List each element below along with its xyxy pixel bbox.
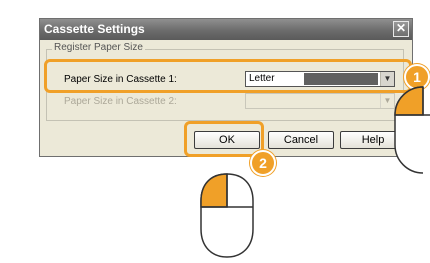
chevron-down-icon: ▼ bbox=[380, 94, 394, 108]
close-icon: ✕ bbox=[395, 21, 407, 35]
highlight-frame-step1 bbox=[44, 59, 412, 93]
cassette2-label: Paper Size in Cassette 2: bbox=[64, 96, 177, 107]
group-legend: Register Paper Size bbox=[52, 42, 145, 53]
cassette2-select: ▼ bbox=[245, 93, 395, 109]
highlight-frame-step2 bbox=[184, 121, 264, 157]
title-bar: Cassette Settings ✕ bbox=[40, 19, 412, 40]
mouse-left-click-icon bbox=[200, 173, 254, 258]
close-button[interactable]: ✕ bbox=[393, 21, 409, 37]
dialog-title: Cassette Settings bbox=[44, 22, 145, 36]
mouse-left-click-icon bbox=[394, 86, 430, 174]
cancel-button[interactable]: Cancel bbox=[268, 131, 334, 149]
